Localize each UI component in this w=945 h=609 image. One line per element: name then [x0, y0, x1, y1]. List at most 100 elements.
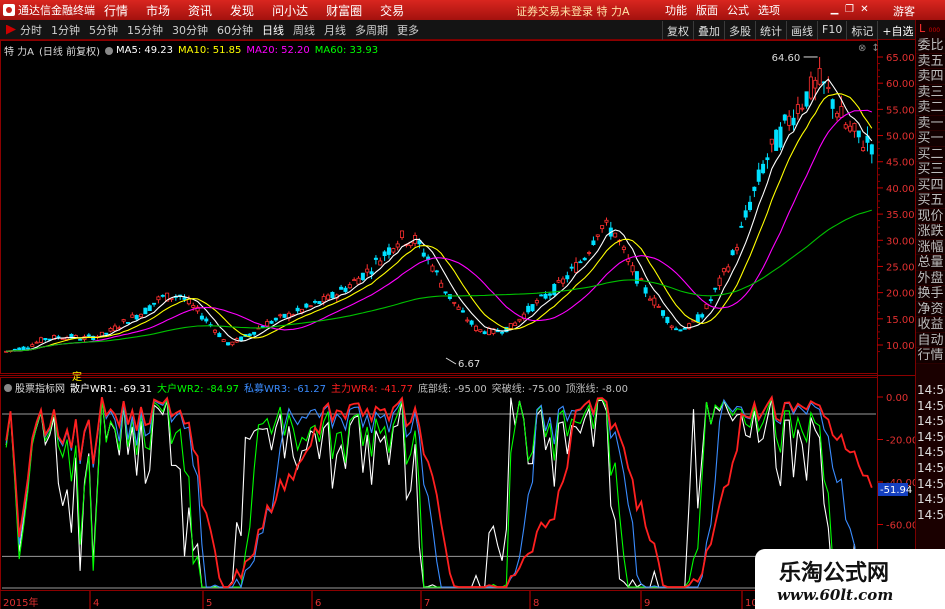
close-icon[interactable]: ✕ [858, 3, 871, 16]
play-icon[interactable] [6, 24, 16, 35]
tool-overlay[interactable]: 叠加 [693, 21, 724, 41]
menu-item-trade[interactable]: 交易 [380, 2, 404, 19]
tab-30min[interactable]: 30分钟 [172, 22, 208, 38]
candle-up [456, 306, 461, 310]
price-tick-label: 65.00 [886, 53, 915, 64]
candle-up [843, 124, 848, 129]
candle-down [665, 316, 670, 323]
candle-up [813, 79, 818, 89]
side-panel-item[interactable]: 现价 [916, 208, 945, 224]
side-panel-item[interactable]: 收益 [916, 317, 945, 333]
candle-down [526, 305, 531, 313]
candle-up [574, 262, 579, 273]
candle-up [534, 300, 539, 304]
candle-down [739, 225, 744, 228]
candle-up [308, 305, 313, 308]
indicator-settings-icon[interactable] [4, 383, 12, 392]
side-panel-item[interactable]: 自动 [916, 332, 945, 348]
candle-down [856, 130, 861, 138]
wr2-label: 大户WR2: -84.97 [156, 384, 239, 395]
candle-down [313, 300, 318, 303]
menu-item-news[interactable]: 资讯 [188, 2, 212, 19]
tool-mark[interactable]: 标记 [846, 21, 877, 41]
side-panel-items: 委比 卖五 卖四 卖三 卖二 卖一 买一 买二 买三 买四 买五 现价 涨跌 涨幅 总量 外盘 换手 净资 收益 自动… [916, 38, 945, 364]
candle-down [339, 286, 344, 290]
side-panel-item[interactable]: 买五 [916, 193, 945, 209]
ma20-label: MA20: 52.20 [246, 45, 310, 56]
candle-up [639, 278, 644, 281]
side-panel-item[interactable]: 委比 [916, 38, 945, 54]
tab-more[interactable]: 更多 [397, 22, 419, 38]
menu-item-markets[interactable]: 市场 [146, 2, 170, 19]
chart-area[interactable]: 65.00 60.00 55.00 50.00 45.00 40.00 35.00 30.00… [0, 40, 915, 609]
menu-item-options[interactable]: 选项 [758, 2, 780, 18]
low-pointer [445, 357, 457, 365]
menu-item-ask[interactable]: 问小达 [272, 2, 308, 19]
tick-time: 14:50 [917, 429, 945, 444]
side-panel-item[interactable]: 涨跌 [916, 224, 945, 240]
candle-down [552, 284, 557, 296]
side-panel-item[interactable]: 换手 [916, 286, 945, 302]
side-panel-item[interactable]: 卖五 [916, 53, 945, 69]
menu-item-functions[interactable]: 功能 [665, 2, 687, 18]
candle-up [452, 301, 457, 304]
wr3-label: 私募WR3: -61.27 [243, 384, 326, 395]
collapse-icon[interactable]: ⊗ [858, 43, 866, 54]
minimize-icon[interactable]: ▁ [828, 3, 841, 16]
side-panel-item[interactable]: 外盘 [916, 270, 945, 286]
maximize-icon[interactable]: ❐ [843, 3, 856, 16]
candle-down [708, 299, 713, 301]
candle-up [60, 338, 65, 340]
tab-timeshare[interactable]: 分时 [20, 22, 42, 38]
candle-down [43, 338, 48, 341]
side-panel-item[interactable]: 买四 [916, 177, 945, 193]
side-panel-item[interactable]: 卖四 [916, 69, 945, 85]
side-panel-item[interactable]: 行情 [916, 348, 945, 364]
window-controls: ▁ ❐ ✕ [828, 3, 873, 16]
candle-up [656, 306, 661, 308]
side-panel-item[interactable]: 卖三 [916, 84, 945, 100]
candle-up [347, 284, 352, 289]
side-panel-item[interactable]: 卖一 [916, 115, 945, 131]
side-panel-item[interactable]: 买三 [916, 162, 945, 178]
tab-15min[interactable]: 15分钟 [127, 22, 163, 38]
date-tick-label: 7 [424, 598, 430, 609]
tab-5min[interactable]: 5分钟 [89, 22, 118, 38]
tool-stats[interactable]: 统计 [755, 21, 786, 41]
expand-icon[interactable]: ↕ [871, 43, 879, 54]
menu-item-market[interactable]: 行情 [104, 2, 128, 19]
tool-draw[interactable]: 画线 [786, 21, 817, 41]
tool-f10[interactable]: F10 [817, 21, 846, 41]
tab-monthly[interactable]: 月线 [324, 22, 346, 38]
candle-up [717, 277, 722, 286]
side-panel-item[interactable]: 总量 [916, 255, 945, 271]
tool-adjust[interactable]: 复权 [662, 21, 693, 41]
candle-up [121, 319, 126, 322]
guest-label[interactable]: 游客 [893, 3, 915, 19]
tab-multi-period[interactable]: 多周期 [355, 22, 388, 38]
kline-chart[interactable]: 65.0060.0055.0050.0045.0040.0035.0030.00… [0, 40, 915, 609]
menu-item-discover[interactable]: 发现 [230, 2, 254, 19]
candle-down [869, 144, 874, 155]
tab-60min[interactable]: 60分钟 [217, 22, 253, 38]
candle-up [230, 341, 235, 346]
candle-down [330, 291, 335, 299]
side-panel-item[interactable]: 净资 [916, 301, 945, 317]
side-panel-item[interactable]: 卖二 [916, 100, 945, 116]
tab-1min[interactable]: 1分钟 [51, 22, 80, 38]
side-panel-item[interactable]: 涨幅 [916, 239, 945, 255]
menu-item-formula[interactable]: 公式 [727, 2, 749, 18]
candle-down [569, 266, 574, 269]
tool-add-favorite[interactable]: +自选 [877, 21, 917, 41]
menu-item-layout[interactable]: 版面 [696, 2, 718, 18]
menu-item-wealth[interactable]: 财富圈 [326, 2, 362, 19]
candle-up [365, 268, 370, 273]
side-panel-header: L 000 [916, 20, 945, 38]
tab-daily[interactable]: 日线 [262, 22, 284, 38]
side-panel-item[interactable]: 买一 [916, 131, 945, 147]
login-notice[interactable]: 证券交易未登录 特 力A [516, 3, 630, 19]
settings-icon[interactable] [105, 46, 114, 55]
tab-weekly[interactable]: 周线 [293, 22, 315, 38]
side-panel-item[interactable]: 买二 [916, 146, 945, 162]
tool-multi-stock[interactable]: 多股 [724, 21, 755, 41]
